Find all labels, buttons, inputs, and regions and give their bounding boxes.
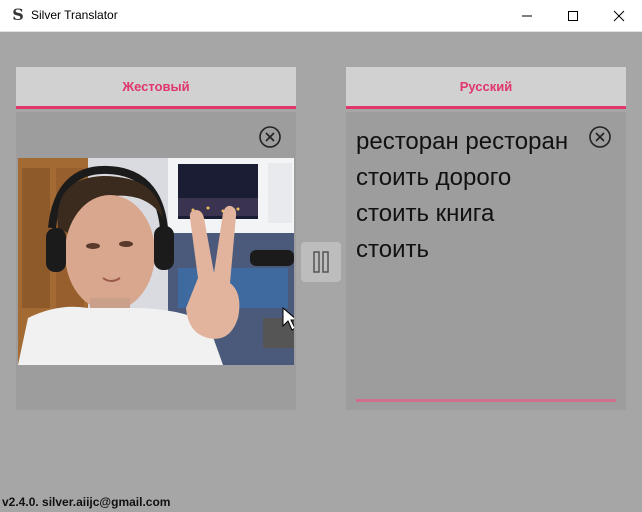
maximize-icon bbox=[568, 10, 578, 21]
translation-line: стоить дорого bbox=[356, 164, 512, 191]
translation-line: ресторан ресторан bbox=[356, 128, 569, 155]
tab-russian[interactable]: Русский bbox=[346, 67, 626, 109]
minimize-button[interactable] bbox=[504, 0, 550, 31]
translation-text: ресторан ресторан стоить дорого стоить к… bbox=[356, 124, 618, 394]
maximize-button[interactable] bbox=[550, 0, 596, 31]
pause-icon bbox=[313, 251, 329, 273]
clear-right-icon[interactable] bbox=[588, 125, 612, 149]
window-title: Silver Translator bbox=[31, 8, 118, 22]
title-bar: S Silver Translator bbox=[0, 0, 642, 32]
close-button[interactable] bbox=[596, 0, 642, 31]
minimize-icon bbox=[522, 15, 532, 16]
tab-sign-language[interactable]: Жестовый bbox=[16, 67, 296, 109]
translation-line: стоить книга bbox=[356, 200, 495, 227]
app-icon: S bbox=[12, 5, 24, 24]
pause-button[interactable] bbox=[301, 242, 341, 282]
camera-feed bbox=[18, 158, 294, 365]
clear-left-icon[interactable] bbox=[258, 125, 282, 149]
version-footer: v2.4.0. silver.aiijc@gmail.com bbox=[2, 495, 171, 509]
output-underline bbox=[356, 399, 616, 402]
close-icon bbox=[613, 10, 625, 21]
translation-line: стоить bbox=[356, 236, 429, 263]
